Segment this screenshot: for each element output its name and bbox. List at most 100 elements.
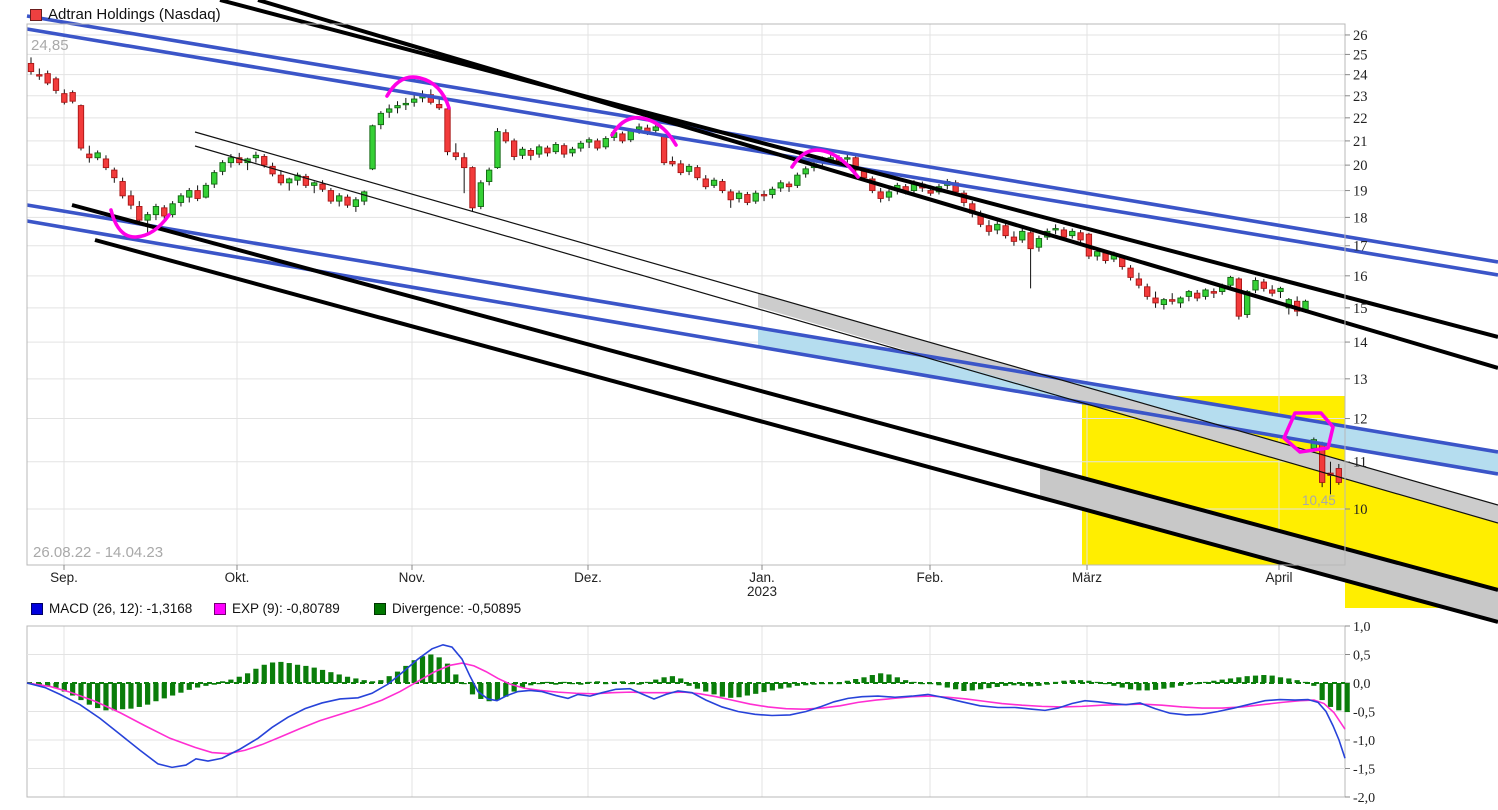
candle-up: [886, 192, 891, 197]
divergence-bar: [537, 683, 542, 684]
divergence-bar: [495, 683, 500, 700]
candle-up: [411, 99, 416, 102]
macd-tick-label: 1,0: [1353, 620, 1371, 635]
divergence-bar: [820, 683, 825, 684]
candle-down: [720, 182, 725, 191]
candle-down: [345, 197, 350, 205]
divergence-bar: [187, 683, 192, 690]
divergence-bar: [612, 682, 617, 683]
divergence-bar: [661, 677, 666, 683]
candle-down: [128, 196, 133, 205]
candle-down: [162, 208, 167, 216]
divergence-bar: [1270, 676, 1275, 683]
price-tick-label: 20: [1353, 158, 1368, 174]
candle-down: [112, 170, 117, 178]
candle-up: [220, 163, 225, 172]
candle-down: [1336, 469, 1341, 483]
divergence-bar: [312, 668, 317, 683]
divergence-bar: [878, 673, 883, 683]
candle-down: [1170, 300, 1175, 302]
divergence-bar: [545, 682, 550, 683]
divergence-bar: [1186, 683, 1191, 685]
divergence-bar: [1070, 680, 1075, 683]
candle-up: [1161, 300, 1166, 305]
candle-up: [145, 215, 150, 221]
divergence-bar: [120, 683, 125, 709]
macd-panel[interactable]: 1,00,50,0-0,5-1,0-1,5-2,0: [27, 620, 1375, 806]
divergence-bar: [1078, 680, 1083, 683]
candle-down: [320, 184, 325, 189]
macd-tick-label: 0,0: [1353, 677, 1371, 692]
divergence-bar: [253, 669, 258, 683]
macd-tick-label: -2,0: [1353, 791, 1375, 806]
divergence-bar: [861, 677, 866, 683]
divergence-bar: [986, 683, 991, 688]
candle-down: [670, 161, 675, 163]
divergence-bar: [1245, 676, 1250, 683]
candle-up: [287, 179, 292, 183]
divergence-bar: [170, 683, 175, 696]
candle-up: [178, 196, 183, 203]
divergence-bar: [653, 680, 658, 683]
candle-down: [511, 141, 516, 157]
divergence-bar: [1028, 683, 1033, 686]
divergence-bar: [1120, 683, 1125, 688]
candle-down: [1269, 290, 1274, 293]
divergence-bar: [237, 677, 242, 683]
price-tick-label: 13: [1353, 372, 1368, 388]
candle-up: [386, 109, 391, 112]
divergence-bar: [836, 683, 841, 684]
divergence-bar: [1195, 683, 1200, 684]
candle-up: [1020, 231, 1025, 240]
stock-chart-canvas[interactable]: 2625242322212019181716151413121110Sep.Ok…: [0, 0, 1498, 810]
divergence-bar: [803, 683, 808, 685]
candle-up: [520, 149, 525, 155]
divergence-bar: [870, 675, 875, 683]
divergence-bar: [1061, 681, 1066, 683]
divergence-bar: [203, 683, 208, 686]
candle-down: [470, 168, 475, 208]
candle-down: [1236, 279, 1241, 316]
candle-down: [703, 179, 708, 187]
divergence-bar: [845, 681, 850, 683]
divergence-bar: [95, 683, 100, 708]
candle-up: [1278, 288, 1283, 291]
candle-up: [686, 166, 691, 171]
divergence-label: Divergence: -0,50895: [392, 601, 521, 616]
price-tick-label: 22: [1353, 111, 1368, 127]
candle-up: [736, 193, 741, 198]
macd-legend: MACD (26, 12): -1,3168 EXP (9): -0,80789…: [31, 601, 521, 616]
divergence-bar: [278, 662, 283, 683]
divergence-bar: [462, 683, 467, 684]
divergence-bar: [378, 680, 383, 683]
price-tick-label: 23: [1353, 89, 1368, 105]
candle-down: [1061, 230, 1066, 237]
candle-up: [170, 204, 175, 215]
candle-up: [586, 140, 591, 142]
candle-down: [1261, 282, 1266, 288]
candle-up: [536, 147, 541, 154]
candle-down: [78, 106, 83, 148]
divergence-bar: [736, 683, 741, 697]
divergence-bar: [1145, 683, 1150, 690]
divergence-bar: [1086, 681, 1091, 683]
divergence-bar: [270, 662, 275, 683]
divergence-bar: [353, 678, 358, 683]
candle-up: [312, 183, 317, 186]
candle-up: [187, 191, 192, 198]
last-price-label: 10,45: [1302, 493, 1336, 508]
candle-up: [803, 169, 808, 174]
candle-down: [1195, 293, 1200, 298]
candle-down: [45, 74, 50, 83]
candle-down: [262, 157, 267, 166]
divergence-bar: [528, 683, 533, 685]
divergence-bar: [920, 683, 925, 684]
divergence-bar: [1178, 683, 1183, 686]
candle-up: [1095, 252, 1100, 256]
candle-down: [195, 191, 200, 199]
divergence-bar: [795, 683, 800, 686]
candle-down: [120, 182, 125, 196]
divergence-bar: [1203, 682, 1208, 683]
divergence-bar: [1103, 683, 1108, 684]
divergence-bar: [695, 683, 700, 689]
